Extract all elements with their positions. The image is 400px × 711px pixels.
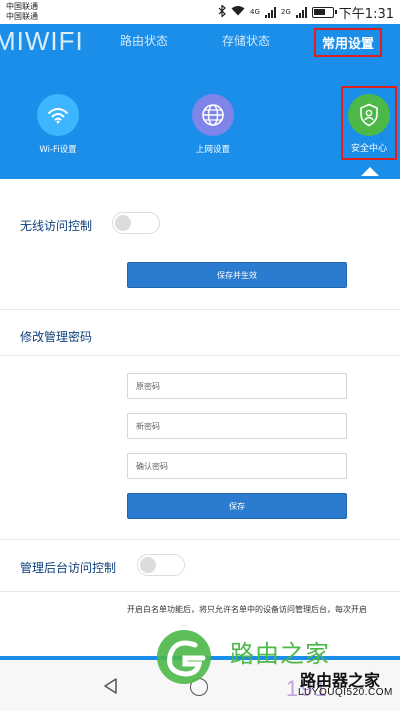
- globe-icon: [192, 94, 234, 136]
- network-type-1: 4G: [250, 8, 260, 16]
- change-password-title: 修改管理密码: [20, 330, 93, 344]
- watermark-text: 路由之家: [230, 640, 330, 668]
- old-password-input[interactable]: [127, 373, 347, 399]
- watermark-logo-icon: [155, 628, 213, 686]
- miwifi-logo: MIWIFI: [0, 26, 84, 56]
- security-center-shortcut[interactable]: 安全中心: [341, 86, 397, 160]
- wifi-icon: [37, 94, 79, 136]
- wireless-access-toggle[interactable]: [112, 212, 160, 234]
- tab-router-status[interactable]: 路由状态: [120, 32, 168, 49]
- status-bar: 中国联通 中国联通 4G 2G 下午1:31: [0, 0, 400, 24]
- app-header: MIWIFI 路由状态 存储状态 常用设置 Wi-Fi设置 上网设置 安全中心: [0, 24, 400, 179]
- admin-access-toggle[interactable]: [137, 554, 185, 576]
- signal-icon: [264, 6, 276, 18]
- carrier-name-1: 中国联通: [6, 2, 38, 11]
- security-center-label: 安全中心: [350, 144, 387, 154]
- clock: 下午1:31: [338, 6, 394, 22]
- network-type-2: 2G: [280, 8, 291, 16]
- whitelist-note: 开启白名单功能后，将只允许名单中的设备访问管理后台，每次开启: [127, 605, 367, 614]
- new-password-input[interactable]: [127, 413, 347, 439]
- carrier-name-2: 中国联通: [6, 12, 38, 21]
- divider: [0, 309, 400, 310]
- active-indicator-caret: [361, 167, 379, 176]
- watermark-url: LUYOUQI520.COM: [298, 687, 393, 698]
- wifi-settings-label: Wi-Fi设置: [39, 145, 77, 155]
- status-icons: 4G 2G 下午1:31: [218, 3, 394, 22]
- divider: [0, 591, 400, 592]
- shield-user-icon: [348, 94, 390, 136]
- confirm-password-input[interactable]: [127, 453, 347, 479]
- divider: [0, 355, 400, 356]
- bluetooth-icon: [218, 3, 226, 20]
- signal-icon: [295, 6, 307, 18]
- save-password-button[interactable]: 保存: [127, 493, 347, 519]
- internet-settings-shortcut[interactable]: 上网设置: [173, 94, 253, 155]
- tab-storage-status[interactable]: 存储状态: [222, 32, 270, 49]
- back-nav-icon[interactable]: [102, 677, 120, 699]
- save-and-apply-button[interactable]: 保存并生效: [127, 262, 347, 288]
- wifi-icon: [231, 5, 245, 19]
- divider: [0, 539, 400, 540]
- internet-settings-label: 上网设置: [195, 145, 230, 155]
- wireless-access-control-label: 无线访问控制: [20, 219, 93, 233]
- tab-common-settings[interactable]: 常用设置: [314, 28, 383, 57]
- wifi-settings-shortcut[interactable]: Wi-Fi设置: [18, 94, 98, 155]
- admin-access-control-label: 管理后台访问控制: [20, 561, 117, 575]
- battery-icon: [311, 6, 337, 18]
